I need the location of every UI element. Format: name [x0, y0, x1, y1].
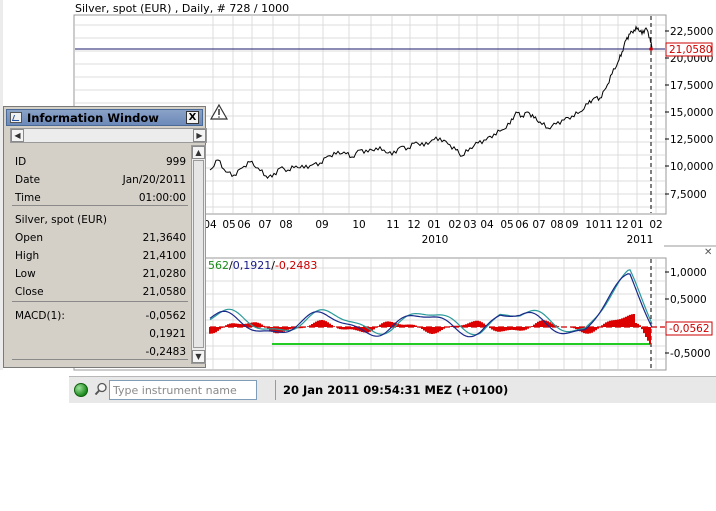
info-row-label: ID: [15, 156, 27, 168]
information-list: ID 999 Date Jan/20/2011 Time 01:00:00 Silver, …: [10, 145, 190, 364]
info-row-value: -0,0562: [145, 310, 186, 322]
info-row-value: 0,1921: [149, 328, 186, 340]
macd-axis-label: 0,5000: [670, 294, 707, 306]
info-row-label: Date: [15, 174, 41, 186]
price-axis-label: 7,5000: [670, 189, 707, 201]
macd-axis-label: -0,5000: [670, 348, 711, 360]
instrument-search-input[interactable]: [109, 380, 257, 400]
info-row: ID 999: [15, 153, 186, 171]
status-divider: [275, 380, 276, 400]
info-row-value: 21,3640: [142, 232, 186, 244]
month-label: 06: [237, 219, 251, 231]
macd-legend-value: 562: [208, 259, 229, 272]
close-button[interactable]: X: [186, 111, 199, 124]
month-label: 10: [585, 219, 598, 231]
month-label: 12: [615, 219, 628, 231]
scroll-left-button[interactable]: ◀: [11, 129, 24, 142]
warning-icon-dot: [218, 116, 220, 118]
info-row-value: 21,4100: [142, 250, 186, 262]
macd-last-label: -0,0562: [669, 323, 710, 335]
scrollbar-thumb[interactable]: [193, 160, 204, 348]
info-row: High 21,4100: [15, 247, 186, 265]
info-row: Date Jan/20/2011: [15, 171, 186, 189]
macd-legend: 562/0,1921/-0,2483: [208, 259, 317, 272]
month-label: 09: [565, 219, 578, 231]
info-row: Close 21,0580: [15, 283, 186, 301]
macd-legend-histogram: -0,2483: [274, 259, 318, 272]
price-axis-label: 15,0000: [670, 107, 713, 119]
connection-status-icon: [74, 383, 88, 397]
info-row: MACD(1): -0,0562: [15, 307, 186, 325]
price-axis-label: 10,0000: [670, 161, 713, 173]
vertical-scrollbar[interactable]: ▲ ▼: [191, 145, 206, 364]
month-label: 01: [630, 219, 643, 231]
month-label: 03: [463, 219, 476, 231]
close-panel-icon[interactable]: ✕: [704, 247, 712, 258]
year-label: 2011: [627, 234, 654, 246]
info-row-label: Low: [15, 268, 36, 280]
scroll-right-button[interactable]: ▶: [193, 129, 206, 142]
month-label: 06: [515, 219, 529, 231]
month-label: 12: [407, 219, 420, 231]
info-row: Silver, spot (EUR): [15, 211, 186, 229]
close-icon: X: [188, 112, 197, 123]
price-axis-label: 12,5000: [670, 134, 713, 146]
price-axis-label: 22,5000: [670, 26, 713, 38]
info-separator: [12, 301, 188, 302]
month-label: 07: [532, 219, 545, 231]
info-row-label: High: [15, 250, 40, 262]
info-row-value: 21,0280: [142, 268, 186, 280]
status-datetime: 20 Jan 2011 09:54:31 MEZ (+0100): [283, 383, 509, 397]
search-icon[interactable]: [93, 381, 109, 397]
month-label: 02: [448, 219, 461, 231]
macd-legend-signal: 0,1921: [232, 259, 272, 272]
month-label: 05: [222, 219, 235, 231]
info-row-label: Close: [15, 286, 44, 298]
month-label: 01: [427, 219, 440, 231]
information-window-title: Information Window: [27, 111, 159, 125]
info-row: 0,1921: [15, 325, 186, 343]
month-label: 02: [649, 219, 662, 231]
month-label: 10: [352, 219, 365, 231]
last-price-label: 21,0580: [669, 44, 712, 56]
information-window[interactable]: Information Window X ◀ ▶ ID 999 Date Jan/20…: [3, 106, 207, 368]
macd-axis-label: 1,0000: [670, 267, 707, 279]
month-label: 09: [315, 219, 328, 231]
info-separator: [12, 205, 188, 206]
chart-title: Silver, spot (EUR) , Daily, # 728 / 1000: [75, 2, 290, 15]
month-label: 04: [480, 219, 494, 231]
month-label: 08: [550, 219, 563, 231]
year-label: 2010: [422, 234, 449, 246]
info-row-label: Silver, spot (EUR): [15, 214, 107, 226]
info-row: Open 21,3640: [15, 229, 186, 247]
info-row-value: 21,0580: [142, 286, 186, 298]
month-label: 05: [500, 219, 513, 231]
price-axis-label: 17,5000: [670, 80, 713, 92]
window-chart-icon: [10, 112, 22, 123]
information-window-titlebar[interactable]: Information Window X: [6, 109, 203, 126]
info-row-value: Jan/20/2011: [122, 174, 186, 186]
last-price-marker: [649, 47, 653, 51]
info-row-label: Open: [15, 232, 44, 244]
scroll-up-button[interactable]: ▲: [192, 146, 205, 159]
scroll-down-button[interactable]: ▼: [192, 350, 205, 363]
info-row-label: MACD(1):: [15, 310, 65, 322]
month-label: 11: [386, 219, 399, 231]
horizontal-scrollbar[interactable]: ◀ ▶: [10, 128, 207, 143]
info-row-value: 999: [165, 156, 186, 168]
status-bar: 20 Jan 2011 09:54:31 MEZ (+0100): [69, 376, 716, 403]
month-label: 08: [279, 219, 292, 231]
month-label: 11: [599, 219, 612, 231]
month-label: 07: [258, 219, 271, 231]
info-separator: [12, 359, 188, 360]
info-row: Low 21,0280: [15, 265, 186, 283]
